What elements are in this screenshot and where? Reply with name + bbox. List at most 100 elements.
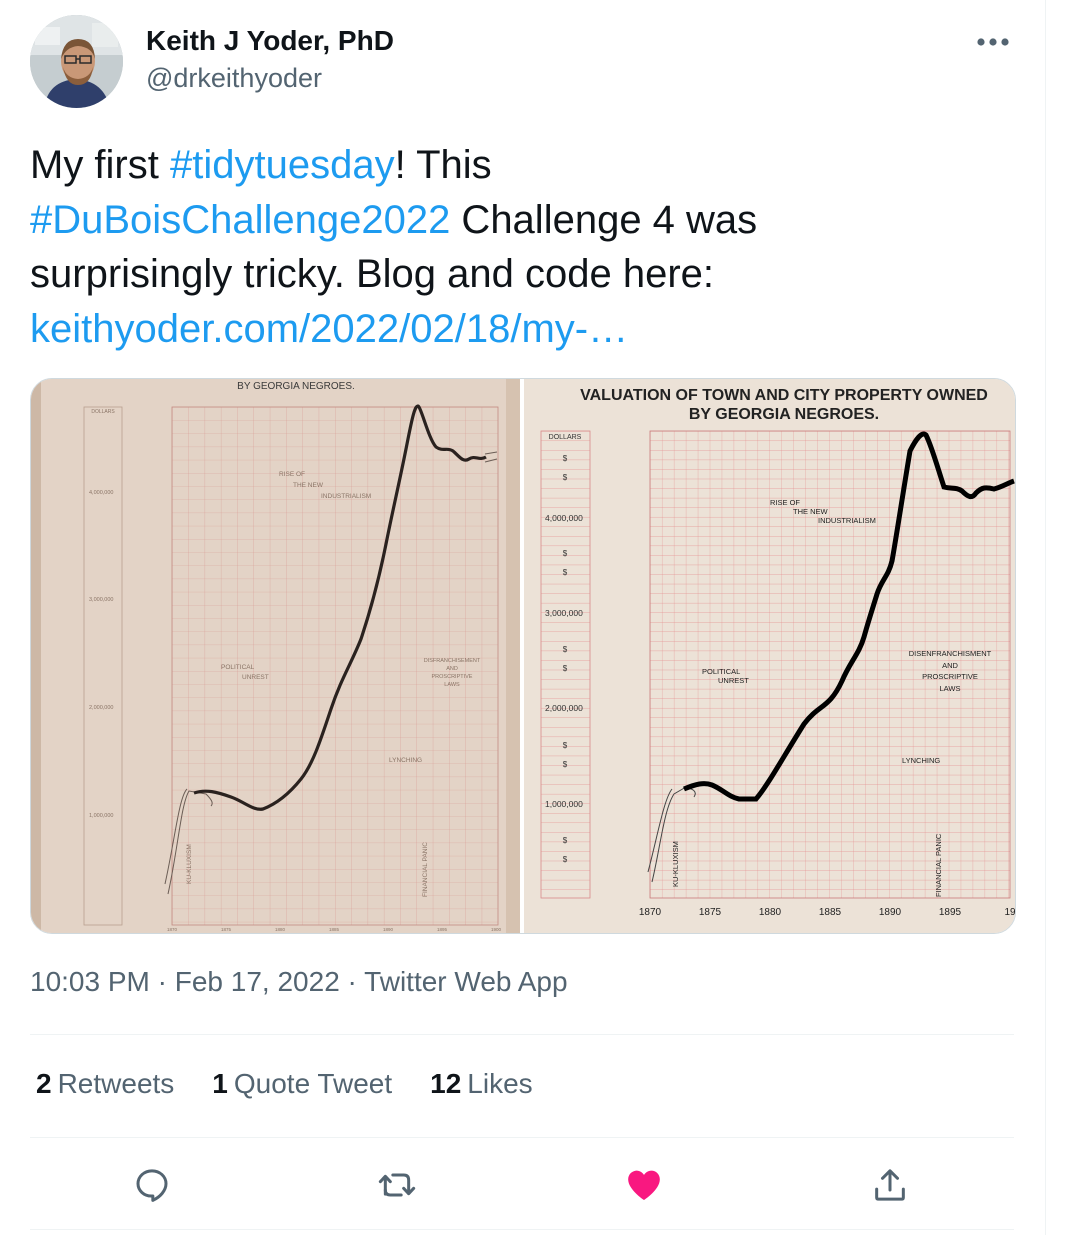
right-x-label: 1885	[819, 907, 842, 918]
left-annotation-disfranchise: DISFRANCHISEMENT	[424, 658, 481, 664]
share-button[interactable]	[860, 1158, 920, 1212]
reply-button[interactable]	[122, 1158, 182, 1212]
action-bar	[30, 1150, 1014, 1220]
tweet-text-segment: My first	[30, 143, 170, 187]
original-chart-image: BY GEORGIA NEGROES. DOLLARS 4,000,000 3,…	[31, 379, 520, 933]
likes-count: 12	[430, 1068, 462, 1099]
left-annotation-rise: THE NEW	[293, 482, 324, 489]
right-annotation-rise: INDUSTRIALISM	[818, 516, 876, 525]
right-x-label: 19	[1004, 907, 1015, 918]
tweet-line-3: surprisingly tricky. Blog and code here:	[30, 252, 715, 296]
engagement-stats: 2 Retweets 1 Quote Tweet 12 Likes	[36, 1068, 571, 1100]
left-unit: DOLLARS	[91, 409, 115, 415]
right-y-label: 2,000,000	[545, 703, 583, 713]
right-dollar-sign: $	[563, 855, 568, 864]
right-annotation-lynching: LYNCHING	[902, 756, 940, 765]
right-unit: DOLLARS	[549, 434, 582, 441]
hashtag-duboischallenge2022[interactable]: #DuBoisChallenge2022	[30, 198, 450, 242]
tweet-text-segment: ! This	[394, 143, 492, 187]
retweets-label: Retweets	[57, 1068, 175, 1099]
author-name[interactable]: Keith J Yoder, PhD	[146, 25, 394, 57]
left-annotation-rise: INDUSTRIALISM	[321, 493, 371, 500]
divider	[30, 1229, 1014, 1230]
photo-original-chart[interactable]: BY GEORGIA NEGROES. DOLLARS 4,000,000 3,…	[31, 379, 520, 933]
right-y-label: 1,000,000	[545, 799, 583, 809]
right-title-line-2: BY GEORGIA NEGROES.	[689, 406, 879, 423]
right-dollar-sign: $	[563, 549, 568, 558]
photo-recreated-chart[interactable]: VALUATION OF TOWN AND CITY PROPERTY OWNE…	[524, 379, 1015, 933]
right-annotation-disfranchise: LAWS	[940, 684, 961, 693]
more-button[interactable]	[971, 27, 1015, 57]
left-annotation-rise: RISE OF	[279, 471, 305, 478]
left-annotation-political: UNREST	[242, 674, 269, 681]
tweet-line-2: #DuBoisChallenge2022 Challenge 4 was	[30, 193, 1015, 248]
left-annotation-disfranchise: AND	[446, 666, 458, 672]
right-dollar-sign: $	[563, 645, 568, 654]
left-x-label: 1895	[437, 927, 448, 932]
right-title-line-1: VALUATION OF TOWN AND CITY PROPERTY OWNE…	[580, 387, 988, 404]
left-x-label: 1885	[329, 927, 340, 932]
divider	[30, 1034, 1014, 1035]
retweet-icon	[378, 1173, 416, 1197]
reply-icon	[136, 1169, 168, 1202]
like-button[interactable]	[614, 1158, 674, 1212]
left-annotation-panic: FINANCIAL PANIC	[422, 842, 429, 897]
right-x-label: 1880	[759, 907, 782, 918]
right-annotation-rise: RISE OF	[770, 498, 800, 507]
blog-link[interactable]: keithyoder.com/2022/02/18/my-…	[30, 307, 628, 351]
column-border	[1045, 0, 1046, 1235]
timestamp-separator: ·	[149, 966, 175, 997]
retweets-stat[interactable]: 2 Retweets	[36, 1068, 174, 1100]
right-annotation-kkk: KU-KLUXISM	[671, 841, 680, 887]
like-icon	[628, 1170, 660, 1200]
avatar[interactable]	[30, 15, 123, 108]
right-x-label: 1875	[699, 907, 722, 918]
more-icon	[977, 38, 1009, 46]
right-x-label: 1895	[939, 907, 962, 918]
right-dollar-sign: $	[563, 836, 568, 845]
left-y-label: 1,000,000	[89, 813, 113, 819]
tweet-source[interactable]: Twitter Web App	[364, 966, 567, 997]
author-handle[interactable]: @drkeithyoder	[146, 63, 322, 94]
right-dollar-sign: $	[563, 454, 568, 463]
right-x-label: 1890	[879, 907, 902, 918]
timestamp-date[interactable]: Feb 17, 2022	[175, 966, 340, 997]
retweets-count: 2	[36, 1068, 52, 1099]
media-grid: BY GEORGIA NEGROES. DOLLARS 4,000,000 3,…	[30, 378, 1016, 934]
timestamp-time[interactable]: 10:03 PM	[30, 966, 150, 997]
tweet-text: My first #tidytuesday! This #DuBoisChall…	[30, 138, 1015, 356]
tweet-line-1: My first #tidytuesday! This	[30, 138, 1015, 193]
likes-stat[interactable]: 12 Likes	[430, 1068, 533, 1100]
share-icon	[875, 1169, 905, 1201]
right-annotation-rise: THE NEW	[793, 507, 829, 516]
right-annotation-political: UNREST	[718, 676, 749, 685]
left-annotation-kkk: KU-KLUXISM	[186, 844, 193, 884]
left-title: BY GEORGIA NEGROES.	[237, 381, 355, 392]
left-annotation-political: POLITICAL	[221, 664, 255, 671]
retweet-button[interactable]	[367, 1158, 427, 1212]
hashtag-tidytuesday[interactable]: #tidytuesday	[170, 143, 395, 187]
right-y-label: 3,000,000	[545, 608, 583, 618]
quote-tweets-label: Quote Tweet	[233, 1068, 393, 1099]
right-dollar-sign: $	[563, 473, 568, 482]
right-annotation-disfranchise: DISENFRANCHISMENT	[909, 649, 992, 658]
right-dollar-sign: $	[563, 568, 568, 577]
left-x-label: 1870	[167, 927, 178, 932]
left-x-label: 1890	[383, 927, 394, 932]
right-y-label: 4,000,000	[545, 513, 583, 523]
likes-label: Likes	[467, 1068, 533, 1099]
avatar-photo	[30, 15, 123, 108]
tweet-text-segment: Challenge 4 was	[450, 197, 758, 242]
right-annotation-panic: FINANCIAL PANIC	[934, 833, 943, 897]
quote-tweets-stat[interactable]: 1 Quote Tweet	[212, 1068, 392, 1100]
right-x-label: 1870	[639, 907, 662, 918]
left-x-label: 1880	[275, 927, 286, 932]
quote-tweets-count: 1	[212, 1068, 228, 1099]
tweet-header: Keith J Yoder, PhD @drkeithyoder	[30, 15, 1015, 110]
right-annotation-disfranchise: AND	[942, 661, 958, 670]
timestamp-separator: ·	[339, 966, 365, 997]
left-annotation-disfranchise: PROSCRIPTIVE	[432, 674, 473, 680]
left-x-label: 1875	[221, 927, 232, 932]
right-dollar-sign: $	[563, 741, 568, 750]
tweet-line-4: keithyoder.com/2022/02/18/my-…	[30, 302, 1015, 357]
